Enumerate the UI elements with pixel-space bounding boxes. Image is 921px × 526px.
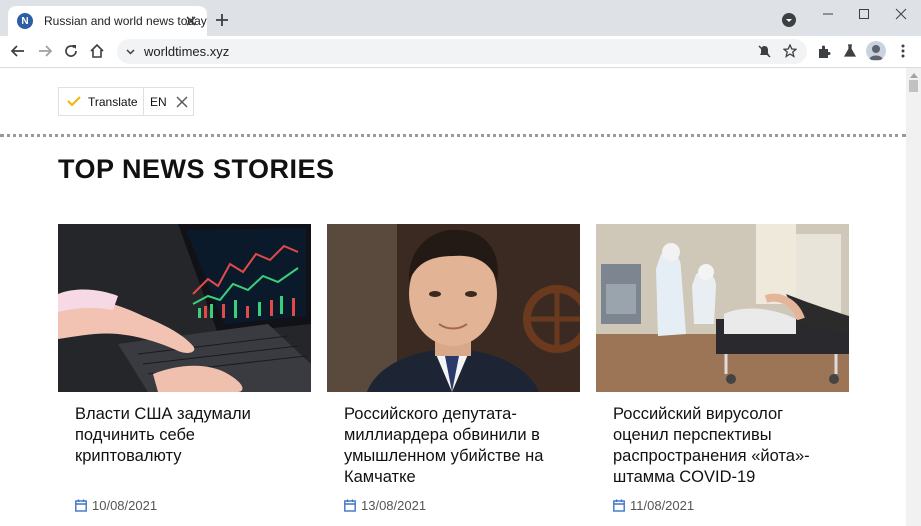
maximize-button[interactable] xyxy=(844,0,884,28)
article-image-laptop[interactable] xyxy=(58,224,311,392)
close-window-button[interactable] xyxy=(881,0,921,28)
article-image-portrait[interactable] xyxy=(327,224,580,392)
date-text: 11/08/2021 xyxy=(630,498,695,513)
article-image-hospital[interactable] xyxy=(596,224,849,392)
menu-kebab-icon[interactable] xyxy=(894,42,912,60)
article-date: 11/08/2021 xyxy=(613,498,694,513)
translate-widget[interactable]: Translate EN xyxy=(58,87,194,116)
new-tab-icon[interactable] xyxy=(214,12,230,28)
calendar-icon xyxy=(344,499,356,512)
tab-strip: N Russian and world news today xyxy=(0,0,921,36)
tab-title: Russian and world news today xyxy=(44,14,207,28)
address-bar[interactable]: worldtimes.xyz xyxy=(117,39,807,64)
bookmark-star-icon[interactable] xyxy=(783,44,797,58)
site-info-icon[interactable] xyxy=(125,46,136,57)
scrollbar-thumb[interactable] xyxy=(909,80,918,92)
browser-tab[interactable]: N Russian and world news today xyxy=(8,6,207,36)
article-date: 10/08/2021 xyxy=(75,498,157,513)
back-icon[interactable] xyxy=(9,42,27,60)
article-date: 13/08/2021 xyxy=(344,498,426,513)
article-headline[interactable]: Российский вирусолог оценил перспективы … xyxy=(613,404,838,488)
browser-toolbar: worldtimes.xyz xyxy=(0,36,921,68)
close-tab-icon[interactable] xyxy=(184,14,198,28)
close-icon[interactable] xyxy=(176,96,188,108)
calendar-icon xyxy=(75,499,87,512)
site-favicon-icon: N xyxy=(17,13,33,29)
notifications-blocked-icon[interactable] xyxy=(758,45,771,58)
date-text: 13/08/2021 xyxy=(361,498,427,513)
section-title: TOP NEWS STORIES xyxy=(58,154,335,184)
reload-icon[interactable] xyxy=(62,42,80,60)
checkmark-icon xyxy=(67,96,81,107)
news-card[interactable]: Российский вирусолог оценил перспективы … xyxy=(596,224,849,513)
translate-label: Translate xyxy=(88,94,138,109)
date-text: 10/08/2021 xyxy=(92,498,158,513)
labs-flask-icon[interactable] xyxy=(841,42,859,60)
home-icon[interactable] xyxy=(88,42,106,60)
forward-icon[interactable] xyxy=(36,42,54,60)
translate-button[interactable]: Translate xyxy=(59,88,144,115)
scroll-up-arrow-icon[interactable] xyxy=(910,73,918,78)
profile-avatar-icon[interactable] xyxy=(866,41,886,61)
minimize-button[interactable] xyxy=(808,0,848,28)
language-code[interactable]: EN xyxy=(150,95,167,109)
calendar-icon xyxy=(613,499,625,512)
news-card[interactable]: Власти США задумали подчинить себе крипт… xyxy=(58,224,311,513)
article-headline[interactable]: Российского депутата-миллиардера обвинил… xyxy=(344,404,569,488)
vertical-scrollbar[interactable] xyxy=(906,68,921,526)
section-divider xyxy=(0,134,906,137)
news-card[interactable]: Российского депутата-миллиардера обвинил… xyxy=(327,224,580,513)
extensions-icon[interactable] xyxy=(815,42,833,60)
tab-search-icon[interactable] xyxy=(782,13,796,27)
article-headline[interactable]: Власти США задумали подчинить себе крипт… xyxy=(75,404,300,467)
url-text[interactable]: worldtimes.xyz xyxy=(144,44,229,59)
page-content: Translate EN TOP NEWS STORIES Власти США… xyxy=(0,68,906,526)
